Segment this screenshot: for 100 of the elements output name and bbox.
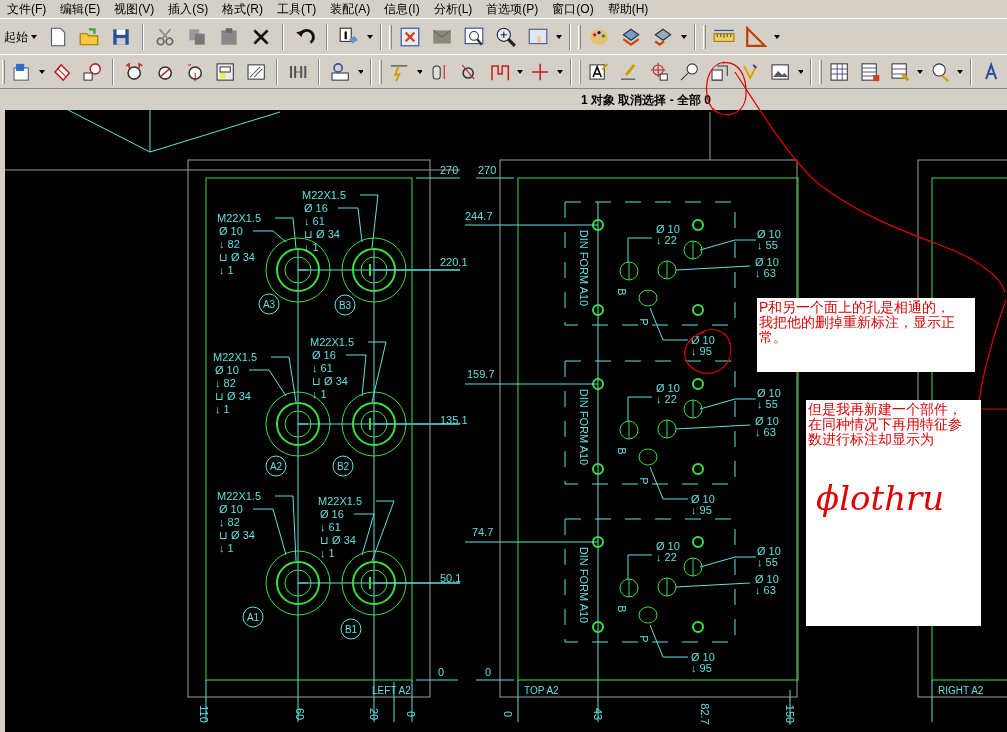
freehand-circle-mark	[705, 61, 747, 116]
dropdown-caret-icon[interactable]	[367, 34, 373, 39]
dropdown-caret-icon[interactable]	[357, 69, 364, 74]
hole-callout-text: Ø 10	[757, 228, 781, 240]
port-label: P	[638, 318, 650, 326]
hole-callout-text: ↓ 63	[755, 426, 776, 438]
freehand-circle-mark	[684, 329, 732, 374]
dimension-value: 159.7	[467, 368, 495, 380]
dropdown-caret-icon[interactable]	[797, 69, 804, 74]
menu-item[interactable]: 首选项(P)	[479, 0, 546, 18]
hole-callout-text: M22X1.5	[318, 495, 363, 507]
port-label: B3	[338, 300, 352, 311]
zoom-icon[interactable]	[495, 25, 517, 48]
menu-item[interactable]: 文件(F)	[0, 0, 54, 18]
start-menu-button[interactable]: 起始	[2, 27, 39, 46]
hole-callout-text: ↓ 95	[691, 345, 712, 357]
hole-callout-text: ↓ 82	[219, 238, 240, 250]
hole-callout-text: Ø 10	[219, 503, 243, 515]
menu-item[interactable]: 格式(R)	[215, 0, 270, 18]
dimension-value: 220.1	[440, 256, 468, 268]
standard-label: DIN FORM A10	[578, 229, 590, 307]
hole-callout-text: ↓ 55	[757, 556, 778, 568]
hole-callout-text: M22X1.5	[213, 351, 258, 363]
view-grid-icon[interactable]	[215, 60, 236, 83]
zoom-window-icon[interactable]	[463, 25, 485, 48]
hole-callout-text: ⊔ Ø 34	[219, 251, 255, 263]
fit-view-icon[interactable]	[399, 25, 421, 48]
hole-callout-text: ↓ 1	[219, 264, 234, 276]
hole-callout-text: Ø 16	[304, 202, 328, 214]
hole-callout-text: M22X1.5	[310, 336, 355, 348]
detail-view-icon[interactable]	[82, 60, 103, 83]
hole-callout-text: ↓ 1	[304, 241, 319, 253]
dropdown-caret-icon[interactable]	[517, 69, 523, 74]
hole-callout-text: ⊔ Ø 34	[304, 228, 340, 240]
note-text: P和另一个面上的孔是相通的，我把他的删掉重新标注，显示正常。	[759, 300, 956, 345]
hole-callout-text: M22X1.5	[217, 490, 262, 502]
hole-callout-text: ↓ 55	[757, 239, 778, 251]
hole-callout-text: ↓ 1	[215, 403, 230, 415]
hole-callout-text: Ø 10	[691, 334, 715, 346]
hole-callout-text: ⊔ Ø 34	[215, 390, 251, 402]
port-label: P	[638, 635, 650, 643]
menu-item[interactable]: 视图(V)	[107, 0, 162, 18]
hole-callout-text: Ø 10	[755, 573, 779, 585]
datum-target-icon[interactable]	[649, 60, 670, 83]
dropdown-caret-icon[interactable]	[416, 69, 423, 74]
menu-item[interactable]: 帮助(H)	[600, 0, 656, 18]
hole-callout-text: Ø 10	[656, 382, 680, 394]
dropdown-caret-icon[interactable]	[39, 69, 45, 74]
port-label: B	[616, 605, 628, 613]
hole-callout-text: Ø 10	[691, 493, 715, 505]
view-title: RIGHT A2	[938, 685, 984, 696]
handwritten-note: ϕlothru	[816, 477, 945, 520]
dimension-value: 0	[405, 710, 417, 718]
paste-icon[interactable]	[218, 25, 240, 48]
hole-callout-text: ↓ 95	[691, 662, 712, 674]
menu-item[interactable]: 工具(T)	[270, 0, 324, 18]
dropdown-caret-icon[interactable]	[917, 69, 923, 74]
dimension-value: 0	[485, 666, 492, 678]
dropdown-caret-icon[interactable]	[774, 34, 780, 39]
angle-icon[interactable]	[745, 25, 767, 48]
hole-callout-text: Ø 10	[757, 545, 781, 557]
port-label: B	[616, 288, 628, 296]
dimension-value: 0	[438, 666, 445, 678]
hole-callout-text: Ø 16	[312, 349, 336, 361]
circle-arrows-icon[interactable]	[124, 60, 145, 83]
dropdown-caret-icon[interactable]	[556, 69, 563, 74]
menu-item[interactable]: 编辑(E)	[53, 0, 108, 18]
dimension-value: 60	[294, 707, 306, 721]
menu-item[interactable]: 插入(S)	[161, 0, 216, 18]
dimension-value: 270	[478, 164, 497, 176]
hole-callout-text: ↓ 95	[691, 504, 712, 516]
menu-item[interactable]: 装配(A)	[323, 0, 378, 18]
hole-callout-text: ↓ 61	[312, 362, 333, 374]
menu-item[interactable]: 分析(L)	[426, 0, 480, 18]
hole-callout-text: ↓ 22	[656, 551, 677, 563]
port-label: B1	[344, 624, 358, 635]
dropdown-caret-icon[interactable]	[681, 34, 687, 39]
hole-callout-text: ⊔ Ø 34	[320, 534, 356, 546]
hole-callout-text: ↓ 55	[757, 398, 778, 410]
view-layout-icon[interactable]	[330, 60, 351, 83]
view-title: TOP A2	[524, 685, 559, 696]
hole-callout-text: ↓ 22	[656, 393, 677, 405]
parts-list-icon[interactable]	[859, 60, 880, 83]
menu-item[interactable]: 窗口(O)	[545, 0, 601, 18]
dropdown-caret-icon[interactable]	[957, 69, 963, 74]
hole-callout-text: ↓ 61	[320, 521, 341, 533]
hole-callout-text: ↓ 63	[755, 584, 776, 596]
hole-callout-text: ↓ 1	[320, 547, 335, 559]
note-text: 但是我再新建一个部件，在同种情况下再用特征参数进行标注却显示为	[808, 402, 963, 447]
dropdown-caret-icon[interactable]	[556, 34, 562, 39]
table-color-icon[interactable]	[889, 60, 911, 83]
menu-item[interactable]: 信息(I)	[377, 0, 427, 18]
hole-callout-text: ↓ 1	[312, 388, 327, 400]
port-label: A3	[262, 299, 276, 310]
hole-callout-text: Ø 10	[691, 651, 715, 663]
port-label: A2	[269, 461, 283, 472]
hole-callout-text: M22X1.5	[302, 189, 347, 201]
dimension-value: 43	[592, 707, 604, 721]
dropdown-caret-icon[interactable]	[31, 34, 37, 39]
table-icon[interactable]	[829, 60, 850, 83]
